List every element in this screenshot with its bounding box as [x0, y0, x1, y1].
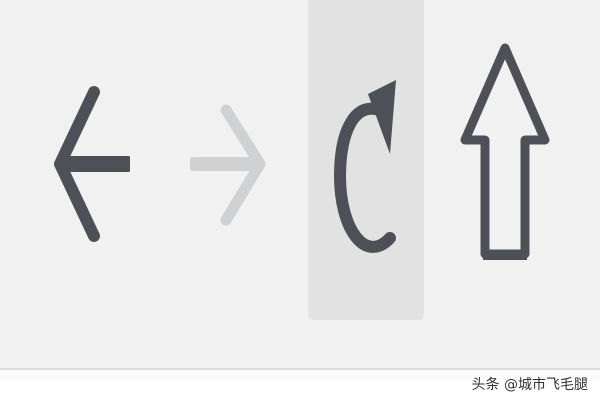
refresh-icon — [326, 50, 406, 270]
reload-button[interactable] — [308, 0, 424, 320]
arrow-left-icon — [50, 70, 130, 250]
arrow-up-icon — [457, 30, 553, 290]
page: 头条 @城市飞毛腿 — [0, 0, 600, 400]
watermark-text: 头条 @城市飞毛腿 — [471, 377, 588, 393]
navigation-toolbar — [0, 0, 600, 380]
arrow-right-icon — [190, 70, 270, 250]
up-button[interactable] — [450, 0, 560, 320]
forward-button[interactable] — [180, 0, 280, 320]
back-button[interactable] — [40, 0, 140, 320]
